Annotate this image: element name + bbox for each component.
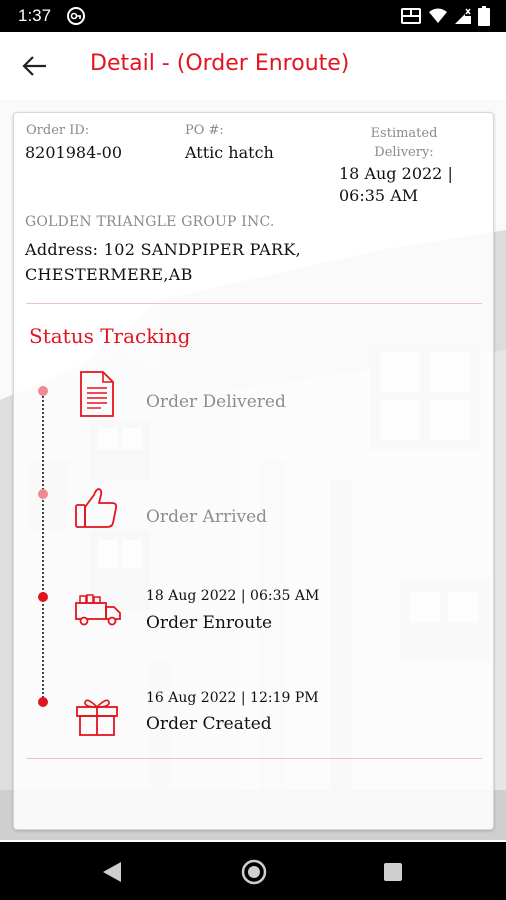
delivery-address: Address: 102 SANDPIPER PARK, CHESTERMERE… [25,240,302,284]
delivery-truck-icon [75,594,121,626]
thumbs-up-icon [75,488,118,528]
gift-icon [76,699,118,736]
step-title-enroute: Order Enroute [146,613,273,633]
timeline-dot-enroute [38,592,48,602]
status-bar: 1:37 [0,0,506,32]
timeline-dot-created [38,697,48,707]
po-value: Attic hatch [185,143,274,162]
signal-icon [455,8,471,24]
battery-icon [478,6,490,26]
order-id-value: 8201984-00 [25,143,123,162]
company-name: GOLDEN TRIANGLE GROUP INC. [25,214,275,230]
estimated-delivery-label: Estimated Delivery: [370,126,438,160]
page-title: Detail - (Order Enroute) [90,51,350,76]
step-title-arrived: Order Arrived [146,507,268,527]
timeline-line [42,393,44,705]
nav-back-icon[interactable] [101,860,123,884]
step-title-created: Order Created [146,714,272,734]
wifi-icon [429,8,447,23]
app-bar: Detail - (Order Enroute) [0,32,506,100]
status-tracking-title: Status Tracking [29,324,191,348]
step-time-enroute: 18 Aug 2022 | 06:35 AM [146,588,320,604]
system-nav-bar [0,842,506,900]
step-title-delivered: Order Delivered [146,392,286,412]
timeline-dot-delivered [38,386,48,396]
status-time: 1:37 [18,6,52,25]
document-icon [80,371,114,417]
estimated-delivery-value: 18 Aug 2022 | 06:35 AM [339,164,453,205]
volte-icon [401,8,421,24]
timeline-dot-arrived [38,489,48,499]
divider [26,303,482,304]
back-arrow-icon[interactable] [20,52,50,80]
vpn-key-icon [67,7,85,25]
divider [26,758,482,759]
order-id-label: Order ID: [26,123,90,138]
nav-recents-icon[interactable] [383,862,403,882]
order-detail-card: Order ID: 8201984-00 PO #: Attic hatch E… [13,112,494,830]
po-label: PO #: [185,123,224,138]
status-icons [400,6,490,26]
step-time-created: 16 Aug 2022 | 12:19 PM [146,690,319,706]
nav-home-icon[interactable] [240,858,268,886]
